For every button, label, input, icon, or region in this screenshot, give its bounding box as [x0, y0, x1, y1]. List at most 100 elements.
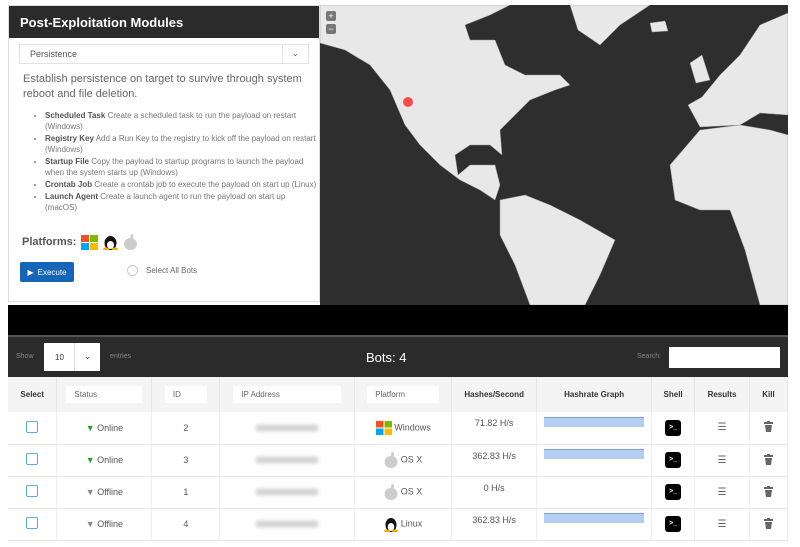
linux-icon	[103, 236, 119, 250]
status-text: Offline	[97, 487, 124, 497]
ip-address-blurred	[256, 521, 319, 527]
post-exploitation-panel: Post-Exploitation Modules Persistence ⌄ E…	[8, 5, 320, 302]
status-filter[interactable]: Status	[66, 386, 143, 403]
trash-icon[interactable]	[763, 485, 773, 497]
zoom-out-button[interactable]: −	[326, 24, 336, 34]
chevron-down-icon: ⌄	[282, 45, 308, 63]
bots-table: Select Status ID IP Address Platform Has…	[8, 377, 789, 541]
platform-name: Linux	[400, 518, 423, 529]
column-select[interactable]: Select	[8, 377, 58, 412]
hashes-per-second: 71.82 H/s	[451, 412, 538, 445]
module-description: Establish persistence on target to survi…	[23, 73, 302, 100]
hashrate-graph	[536, 412, 653, 445]
ip-filter[interactable]: IP Address	[233, 386, 342, 403]
panel-title: Post-Exploitation Modules	[9, 6, 319, 38]
execute-button[interactable]: ▶ Execute	[20, 262, 74, 282]
hashrate-graph	[536, 476, 653, 509]
row-checkbox[interactable]	[26, 453, 39, 465]
hashes-per-second: 0 H/s	[451, 476, 538, 509]
bot-id: 2	[151, 412, 221, 445]
table-row: ▼ Offline 4 Linux 362.83 H/s >_ ☰	[8, 508, 789, 541]
list-icon[interactable]: ☰	[718, 455, 727, 466]
row-checkbox[interactable]	[26, 517, 39, 529]
hashes-per-second: 362.83 H/s	[451, 508, 538, 541]
trash-icon[interactable]	[763, 517, 773, 529]
terminal-icon[interactable]: >_	[665, 516, 682, 532]
terminal-icon[interactable]: >_	[665, 484, 682, 500]
list-item: Launch Agent Create a launch agent to ru…	[45, 191, 319, 213]
column-graph[interactable]: Hashrate Graph	[536, 377, 653, 412]
platform-filter[interactable]: Platform	[367, 386, 440, 403]
select-all-bots[interactable]: Select All Bots	[127, 265, 197, 276]
table-row: ▼ Offline 1 OS X 0 H/s >_ ☰	[8, 476, 789, 509]
status-text: Online	[97, 422, 124, 433]
list-item: Startup File Copy the payload to startup…	[45, 156, 319, 178]
platforms: Platforms:	[22, 234, 138, 250]
windows-icon	[375, 420, 392, 435]
column-platform[interactable]: Platform	[354, 377, 453, 412]
terminal-icon[interactable]: >_	[665, 419, 682, 436]
hashrate-graph	[536, 444, 653, 477]
ip-address-blurred	[256, 457, 319, 463]
technique-list: Scheduled Task Create a scheduled task t…	[45, 110, 319, 213]
search-label: Search:	[637, 353, 662, 360]
platform-name: OS X	[400, 454, 423, 465]
wifi-icon: ▼	[85, 487, 95, 497]
list-item: Scheduled Task Create a scheduled task t…	[45, 110, 319, 132]
show-label: Show	[16, 353, 34, 360]
table-row: ▼ Online 2 Windows 71.82 H/s >_ ☰	[8, 412, 789, 445]
trash-icon[interactable]	[763, 421, 773, 433]
search-input[interactable]	[669, 347, 780, 368]
status-text: Offline	[97, 519, 124, 529]
bots-count-title: Bots: 4	[366, 350, 407, 365]
zoom-in-button[interactable]: +	[326, 11, 336, 21]
linux-icon	[384, 518, 399, 533]
list-icon[interactable]: ☰	[718, 487, 727, 498]
list-icon[interactable]: ☰	[718, 519, 727, 530]
execute-label: Execute	[37, 267, 67, 277]
column-shell[interactable]: Shell	[651, 377, 696, 412]
list-item: Registry Key Add a Run Key to the regist…	[45, 133, 319, 155]
select-all-label: Select All Bots	[146, 266, 198, 275]
world-map[interactable]: + −	[320, 5, 788, 305]
bot-location-marker	[403, 97, 413, 107]
bot-id: 4	[151, 508, 221, 541]
bot-id: 3	[151, 444, 221, 477]
platform-name: OS X	[400, 486, 423, 497]
ip-address-blurred	[256, 489, 319, 495]
module-select-value: Persistence	[30, 49, 78, 59]
chevron-down-icon: ⌄	[74, 343, 100, 371]
wifi-icon: ▼	[85, 455, 95, 465]
wifi-icon: ▼	[85, 519, 95, 529]
platforms-label: Platforms:	[22, 236, 77, 248]
id-filter[interactable]: ID	[164, 386, 207, 403]
play-icon: ▶	[27, 267, 34, 277]
module-select[interactable]: Persistence ⌄	[19, 44, 309, 64]
trash-icon[interactable]	[763, 453, 773, 465]
hashrate-graph	[536, 508, 653, 541]
hashrate-sparkline	[544, 416, 645, 427]
row-checkbox[interactable]	[26, 485, 39, 497]
wifi-icon: ▼	[85, 422, 95, 433]
column-status[interactable]: Status	[56, 377, 153, 412]
entries-label: entries	[110, 353, 132, 360]
entries-select[interactable]: 10 ⌄	[44, 343, 100, 371]
list-icon[interactable]: ☰	[718, 422, 727, 433]
entries-value: 10	[55, 352, 64, 362]
status-text: Online	[97, 455, 124, 465]
hashes-per-second: 362.83 H/s	[451, 444, 538, 477]
ip-address-blurred	[256, 424, 319, 431]
terminal-icon[interactable]: >_	[665, 452, 682, 468]
column-kill[interactable]: Kill	[749, 377, 789, 412]
hashrate-sparkline	[544, 449, 645, 459]
select-all-radio[interactable]	[127, 265, 138, 276]
column-ip[interactable]: IP Address	[219, 377, 356, 412]
column-id[interactable]: ID	[151, 377, 221, 412]
hashrate-sparkline	[544, 513, 645, 523]
table-toolbar: Show 10 ⌄ entries Bots: 4 Search:	[8, 335, 788, 377]
bot-id: 1	[151, 476, 221, 509]
column-results[interactable]: Results	[694, 377, 750, 412]
apple-icon	[124, 234, 138, 250]
row-checkbox[interactable]	[26, 420, 39, 433]
column-hashes[interactable]: Hashes/Second	[451, 377, 538, 412]
